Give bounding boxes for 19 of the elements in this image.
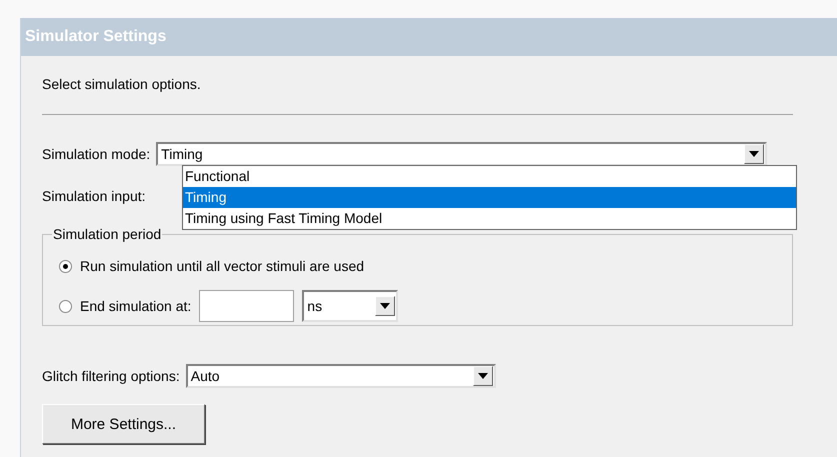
field-label: Glitch filtering options:	[42, 368, 180, 384]
end-time-field[interactable]	[199, 290, 294, 322]
more-settings-button[interactable]: More Settings...	[42, 404, 205, 444]
group-title: Simulation period	[52, 226, 162, 242]
glitch-filtering-dropdown[interactable]: Auto	[186, 364, 496, 388]
radio-label[interactable]: Run simulation until all vector stimuli are used	[80, 258, 364, 274]
radio-label[interactable]: End simulation at:	[80, 298, 192, 314]
dropdown-option[interactable]: Timing	[183, 187, 796, 208]
unit-dropdown[interactable]: ns	[302, 290, 398, 322]
field-label: Simulation input:	[42, 188, 146, 204]
radio-button[interactable]	[59, 300, 72, 312]
caret-icon	[380, 303, 390, 309]
instruction-text: Select simulation options.	[42, 76, 202, 92]
caret-icon	[478, 373, 488, 379]
field-label: Simulation mode:	[42, 146, 150, 162]
caret-icon	[749, 151, 760, 157]
panel-header: Simulator Settings	[21, 18, 837, 56]
simulation-mode-dropdown[interactable]: Timing	[156, 142, 768, 166]
radio-button[interactable]	[59, 260, 72, 272]
